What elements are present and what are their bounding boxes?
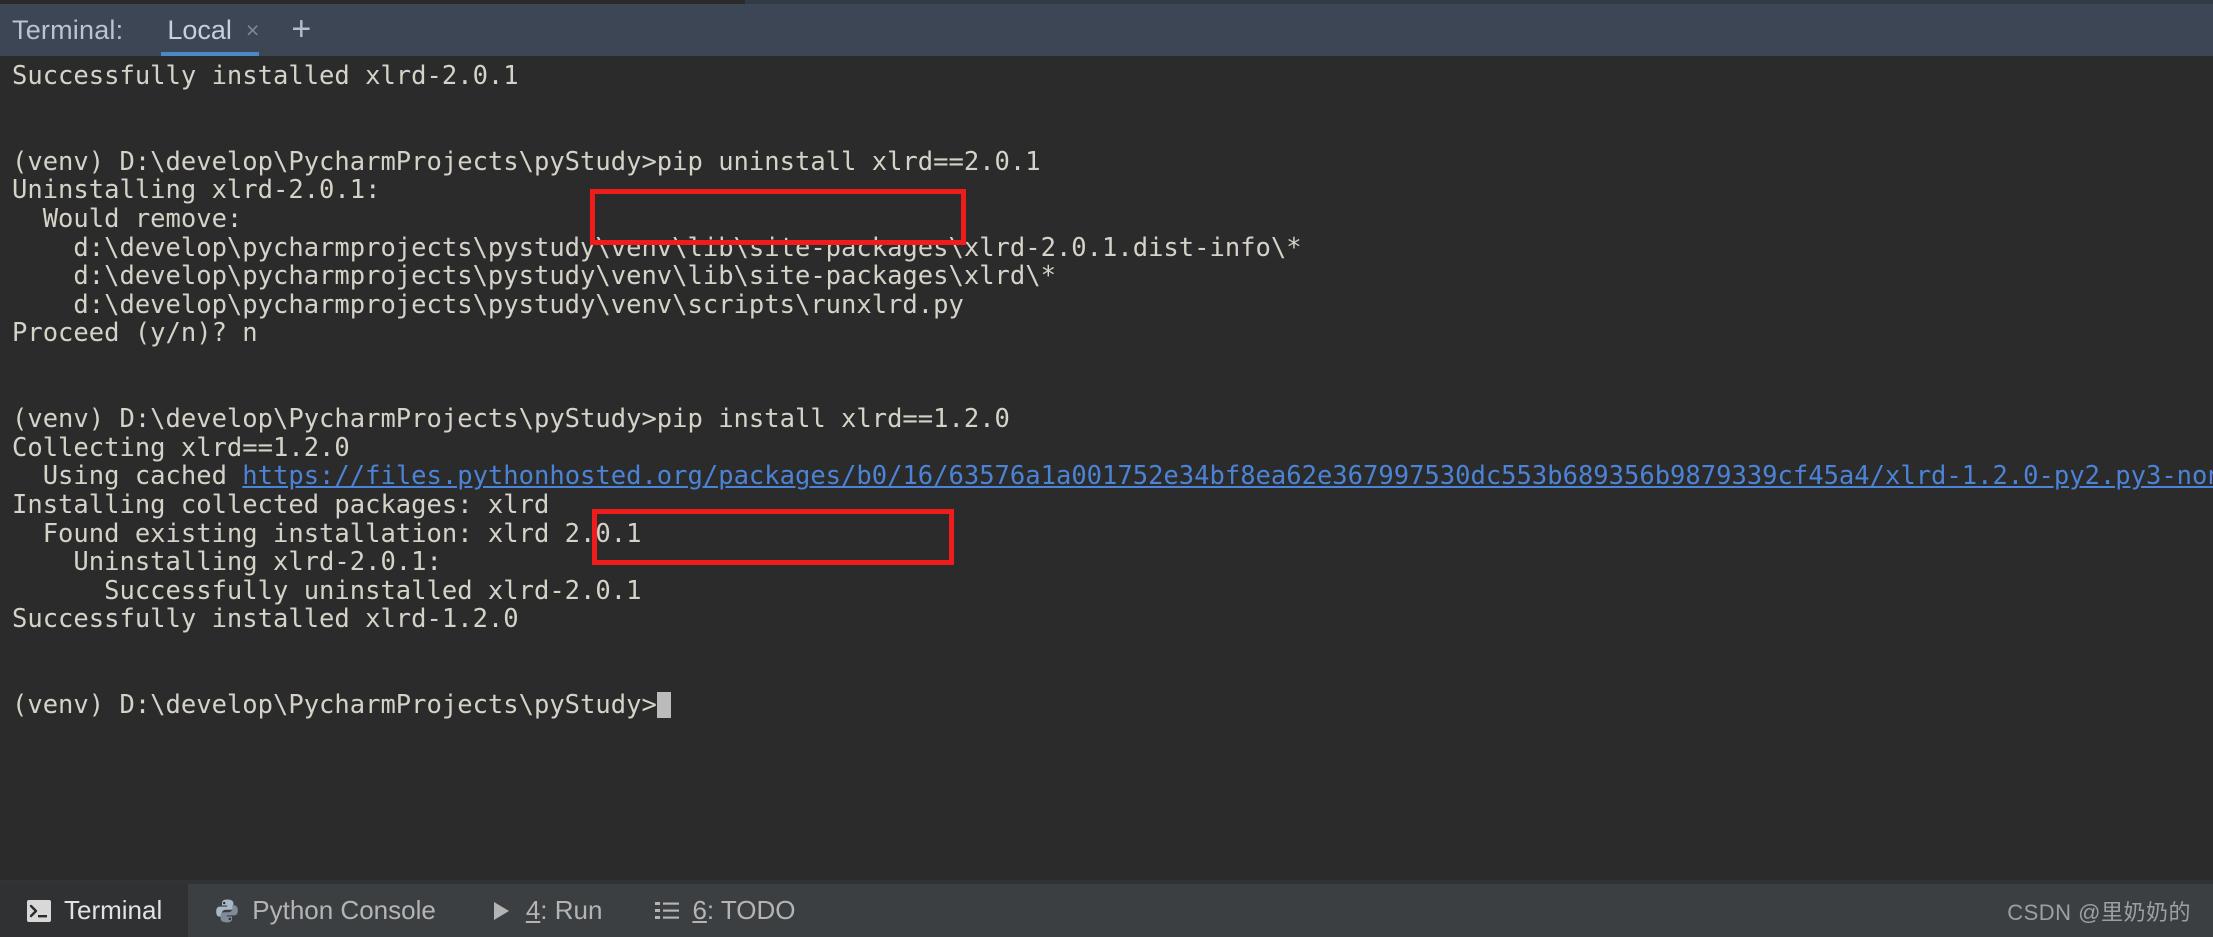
terminal-cursor: [656, 692, 671, 719]
terminal-line: Successfully installed xlrd-2.0.1: [12, 61, 519, 91]
cached-label: Using cached: [12, 461, 243, 492]
python-icon: [214, 898, 240, 924]
terminal-line: d:\develop\pycharmprojects\pystudy\venv\…: [12, 261, 1056, 292]
statusbar-item-python-console[interactable]: Python Console: [188, 884, 462, 937]
terminal-line: d:\develop\pycharmprojects\pystudy\venv\…: [12, 232, 1302, 263]
page-title: Terminal:: [12, 14, 124, 45]
statusbar-item-todo[interactable]: 6: TODO: [628, 884, 821, 937]
close-icon[interactable]: ×: [246, 18, 259, 42]
terminal-line: Collecting xlrd==1.2.0: [12, 432, 350, 463]
statusbar-item-label: : TODO: [706, 895, 796, 925]
terminal-header: Terminal: Local × +: [0, 0, 2213, 58]
package-url-link[interactable]: https://files.pythonhosted.org/packages/…: [242, 461, 2213, 491]
run-icon: [488, 898, 514, 924]
terminal-tool-window: Terminal: Local × + Successfully install…: [0, 0, 2213, 937]
terminal-line: Successfully installed xlrd-1.2.0: [12, 604, 519, 635]
statusbar-item-label: Terminal: [64, 895, 163, 925]
terminal-line-command: (venv) D:\develop\PycharmProjects\pyStud…: [12, 146, 1041, 177]
statusbar-item-label: Python Console: [252, 895, 436, 925]
statusbar-item-terminal[interactable]: Terminal: [0, 884, 189, 937]
terminal-line: Found existing installation: xlrd 2.0.1: [12, 518, 642, 549]
todo-list-icon: [654, 898, 680, 924]
statusbar-item-mnemonic: 6: [692, 895, 707, 925]
terminal-line-cached-url: Using cached https://files.pythonhosted.…: [12, 462, 2213, 491]
terminal-line: Would remove:: [12, 203, 243, 234]
statusbar-item-run[interactable]: 4: Run: [462, 884, 629, 937]
terminal-prompt-line: (venv) D:\develop\PycharmProjects\pyStud…: [12, 691, 2213, 720]
statusbar-item-label: : Run: [540, 895, 603, 925]
terminal-line-command: (venv) D:\develop\PycharmProjects\pyStud…: [12, 404, 1010, 435]
terminal-line: Proceed (y/n)? n: [12, 318, 258, 349]
terminal-output[interactable]: Successfully installed xlrd-2.0.1 (venv)…: [0, 56, 2213, 880]
terminal-line: Installing collected packages: xlrd: [12, 489, 550, 520]
watermark: CSDN @里奶奶的: [2007, 899, 2191, 925]
terminal-prompt: (venv) D:\develop\PycharmProjects\pyStud…: [12, 690, 657, 721]
terminal-line: Uninstalling xlrd-2.0.1:: [12, 547, 442, 578]
terminal-tab-local[interactable]: Local ×: [159, 4, 265, 58]
terminal-line: Uninstalling xlrd-2.0.1:: [12, 175, 381, 206]
add-tab-icon[interactable]: +: [291, 12, 311, 46]
statusbar-item-mnemonic: 4: [525, 895, 541, 925]
bottom-tool-bar: Terminal Python Console 4: Run 6: TODO C…: [0, 880, 2213, 937]
terminal-line: d:\develop\pycharmprojects\pystudy\venv\…: [12, 289, 964, 320]
terminal-icon: [26, 898, 52, 924]
terminal-line: Successfully uninstalled xlrd-2.0.1: [12, 575, 642, 606]
terminal-tab-label: Local: [167, 14, 232, 45]
